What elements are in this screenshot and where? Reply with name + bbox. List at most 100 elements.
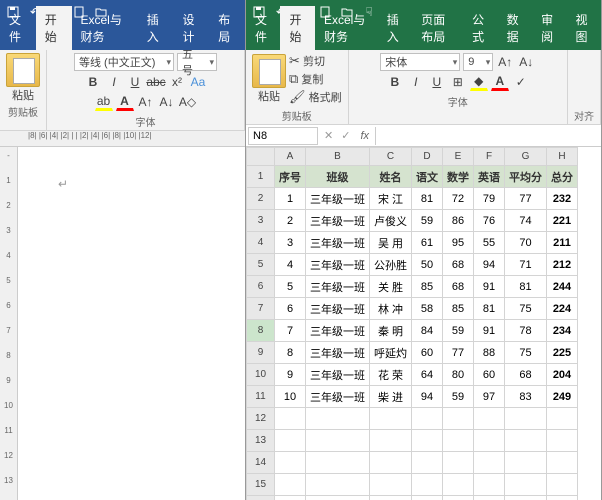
col-header[interactable]: A bbox=[275, 148, 306, 166]
cell[interactable]: 83 bbox=[505, 386, 547, 408]
name-box[interactable]: N8 bbox=[248, 127, 318, 145]
cell[interactable] bbox=[474, 430, 505, 452]
cell[interactable]: 84 bbox=[412, 320, 443, 342]
cell[interactable]: 75 bbox=[505, 298, 547, 320]
cell[interactable]: 8 bbox=[275, 342, 306, 364]
enter-icon[interactable]: ✓ bbox=[337, 129, 354, 142]
header-cell[interactable]: 英语 bbox=[474, 166, 505, 188]
font-select[interactable]: 宋体 bbox=[380, 53, 460, 71]
cell[interactable]: 55 bbox=[474, 232, 505, 254]
cell[interactable] bbox=[275, 452, 306, 474]
cell[interactable]: 91 bbox=[474, 320, 505, 342]
cell[interactable]: 秦 明 bbox=[370, 320, 412, 342]
cell[interactable]: 68 bbox=[443, 254, 474, 276]
cell[interactable] bbox=[505, 496, 547, 500]
cell[interactable]: 59 bbox=[443, 320, 474, 342]
tab-file[interactable]: 文件 bbox=[0, 6, 36, 50]
cell[interactable] bbox=[443, 474, 474, 496]
header-cell[interactable]: 数学 bbox=[443, 166, 474, 188]
cell[interactable] bbox=[306, 408, 370, 430]
tab-file[interactable]: 文件 bbox=[246, 6, 280, 50]
tab-formula[interactable]: 公式 bbox=[463, 6, 497, 50]
row-header[interactable]: 14 bbox=[247, 452, 275, 474]
cell[interactable] bbox=[474, 408, 505, 430]
row-header[interactable]: 7 bbox=[247, 298, 275, 320]
row-header[interactable]: 5 bbox=[247, 254, 275, 276]
grow-font-button[interactable]: A↑ bbox=[137, 93, 155, 111]
cell[interactable]: 211 bbox=[547, 232, 578, 254]
cell[interactable]: 81 bbox=[412, 188, 443, 210]
cell[interactable] bbox=[547, 496, 578, 500]
tab-insert[interactable]: 插入 bbox=[378, 6, 412, 50]
cell[interactable]: 91 bbox=[474, 276, 505, 298]
cell[interactable]: 249 bbox=[547, 386, 578, 408]
tab-view[interactable]: 视图 bbox=[567, 6, 601, 50]
cell[interactable]: 5 bbox=[275, 276, 306, 298]
cell[interactable]: 三年级一班 bbox=[306, 276, 370, 298]
font-select[interactable]: 等线 (中文正文) bbox=[74, 53, 174, 71]
cell[interactable]: 60 bbox=[412, 342, 443, 364]
cell[interactable]: 50 bbox=[412, 254, 443, 276]
cell[interactable]: 88 bbox=[474, 342, 505, 364]
font-color-button[interactable]: A bbox=[491, 73, 509, 91]
col-header[interactable]: B bbox=[306, 148, 370, 166]
cell[interactable]: 三年级一班 bbox=[306, 364, 370, 386]
row-header[interactable]: 10 bbox=[247, 364, 275, 386]
cell[interactable]: 94 bbox=[474, 254, 505, 276]
fill-color-button[interactable]: ◆ bbox=[470, 73, 488, 91]
cell[interactable]: 68 bbox=[443, 276, 474, 298]
cell[interactable]: 三年级一班 bbox=[306, 232, 370, 254]
cell[interactable] bbox=[474, 496, 505, 500]
row-header[interactable]: 11 bbox=[247, 386, 275, 408]
tab-home[interactable]: 开始 bbox=[36, 6, 72, 50]
formula-input[interactable] bbox=[375, 127, 601, 145]
col-header[interactable]: E bbox=[443, 148, 474, 166]
row-header[interactable]: 3 bbox=[247, 210, 275, 232]
cell[interactable]: 224 bbox=[547, 298, 578, 320]
cell[interactable]: 公孙胜 bbox=[370, 254, 412, 276]
tab-layout[interactable]: 布局 bbox=[209, 6, 245, 50]
col-header[interactable]: D bbox=[412, 148, 443, 166]
cell[interactable]: 221 bbox=[547, 210, 578, 232]
cell[interactable] bbox=[474, 452, 505, 474]
cell[interactable]: 59 bbox=[443, 386, 474, 408]
row-header[interactable]: 8 bbox=[247, 320, 275, 342]
cell[interactable]: 61 bbox=[412, 232, 443, 254]
cell[interactable] bbox=[370, 496, 412, 500]
cell[interactable] bbox=[474, 474, 505, 496]
tab-excelfin[interactable]: Excel与财务 bbox=[72, 6, 138, 50]
header-cell[interactable]: 总分 bbox=[547, 166, 578, 188]
cell[interactable] bbox=[547, 474, 578, 496]
cell[interactable] bbox=[443, 452, 474, 474]
cell[interactable]: 85 bbox=[412, 276, 443, 298]
cell[interactable]: 86 bbox=[443, 210, 474, 232]
cell[interactable]: 244 bbox=[547, 276, 578, 298]
fx-icon[interactable]: fx bbox=[354, 130, 375, 142]
italic-button[interactable]: I bbox=[105, 73, 123, 91]
cell[interactable]: 4 bbox=[275, 254, 306, 276]
cell[interactable]: 59 bbox=[412, 210, 443, 232]
row-header[interactable]: 16 bbox=[247, 496, 275, 500]
cell[interactable]: 81 bbox=[474, 298, 505, 320]
cell[interactable] bbox=[443, 430, 474, 452]
cell[interactable]: 232 bbox=[547, 188, 578, 210]
cell[interactable] bbox=[412, 474, 443, 496]
cut-button[interactable]: ✂ 剪切 bbox=[289, 53, 342, 69]
cell[interactable] bbox=[275, 474, 306, 496]
cell[interactable]: 74 bbox=[505, 210, 547, 232]
cell[interactable]: 70 bbox=[505, 232, 547, 254]
cell[interactable]: 77 bbox=[505, 188, 547, 210]
cell[interactable]: 97 bbox=[474, 386, 505, 408]
cell[interactable]: 三年级一班 bbox=[306, 342, 370, 364]
cell[interactable]: 三年级一班 bbox=[306, 254, 370, 276]
cell[interactable] bbox=[547, 430, 578, 452]
shrink-font-button[interactable]: A↓ bbox=[517, 53, 535, 71]
row-header[interactable]: 12 bbox=[247, 408, 275, 430]
cell[interactable]: 94 bbox=[412, 386, 443, 408]
paste-button[interactable] bbox=[252, 54, 286, 88]
copy-button[interactable]: ⧉ 复制 bbox=[289, 71, 342, 87]
col-header[interactable]: F bbox=[474, 148, 505, 166]
cell[interactable]: 卢俊义 bbox=[370, 210, 412, 232]
cell[interactable] bbox=[547, 452, 578, 474]
col-header[interactable]: C bbox=[370, 148, 412, 166]
